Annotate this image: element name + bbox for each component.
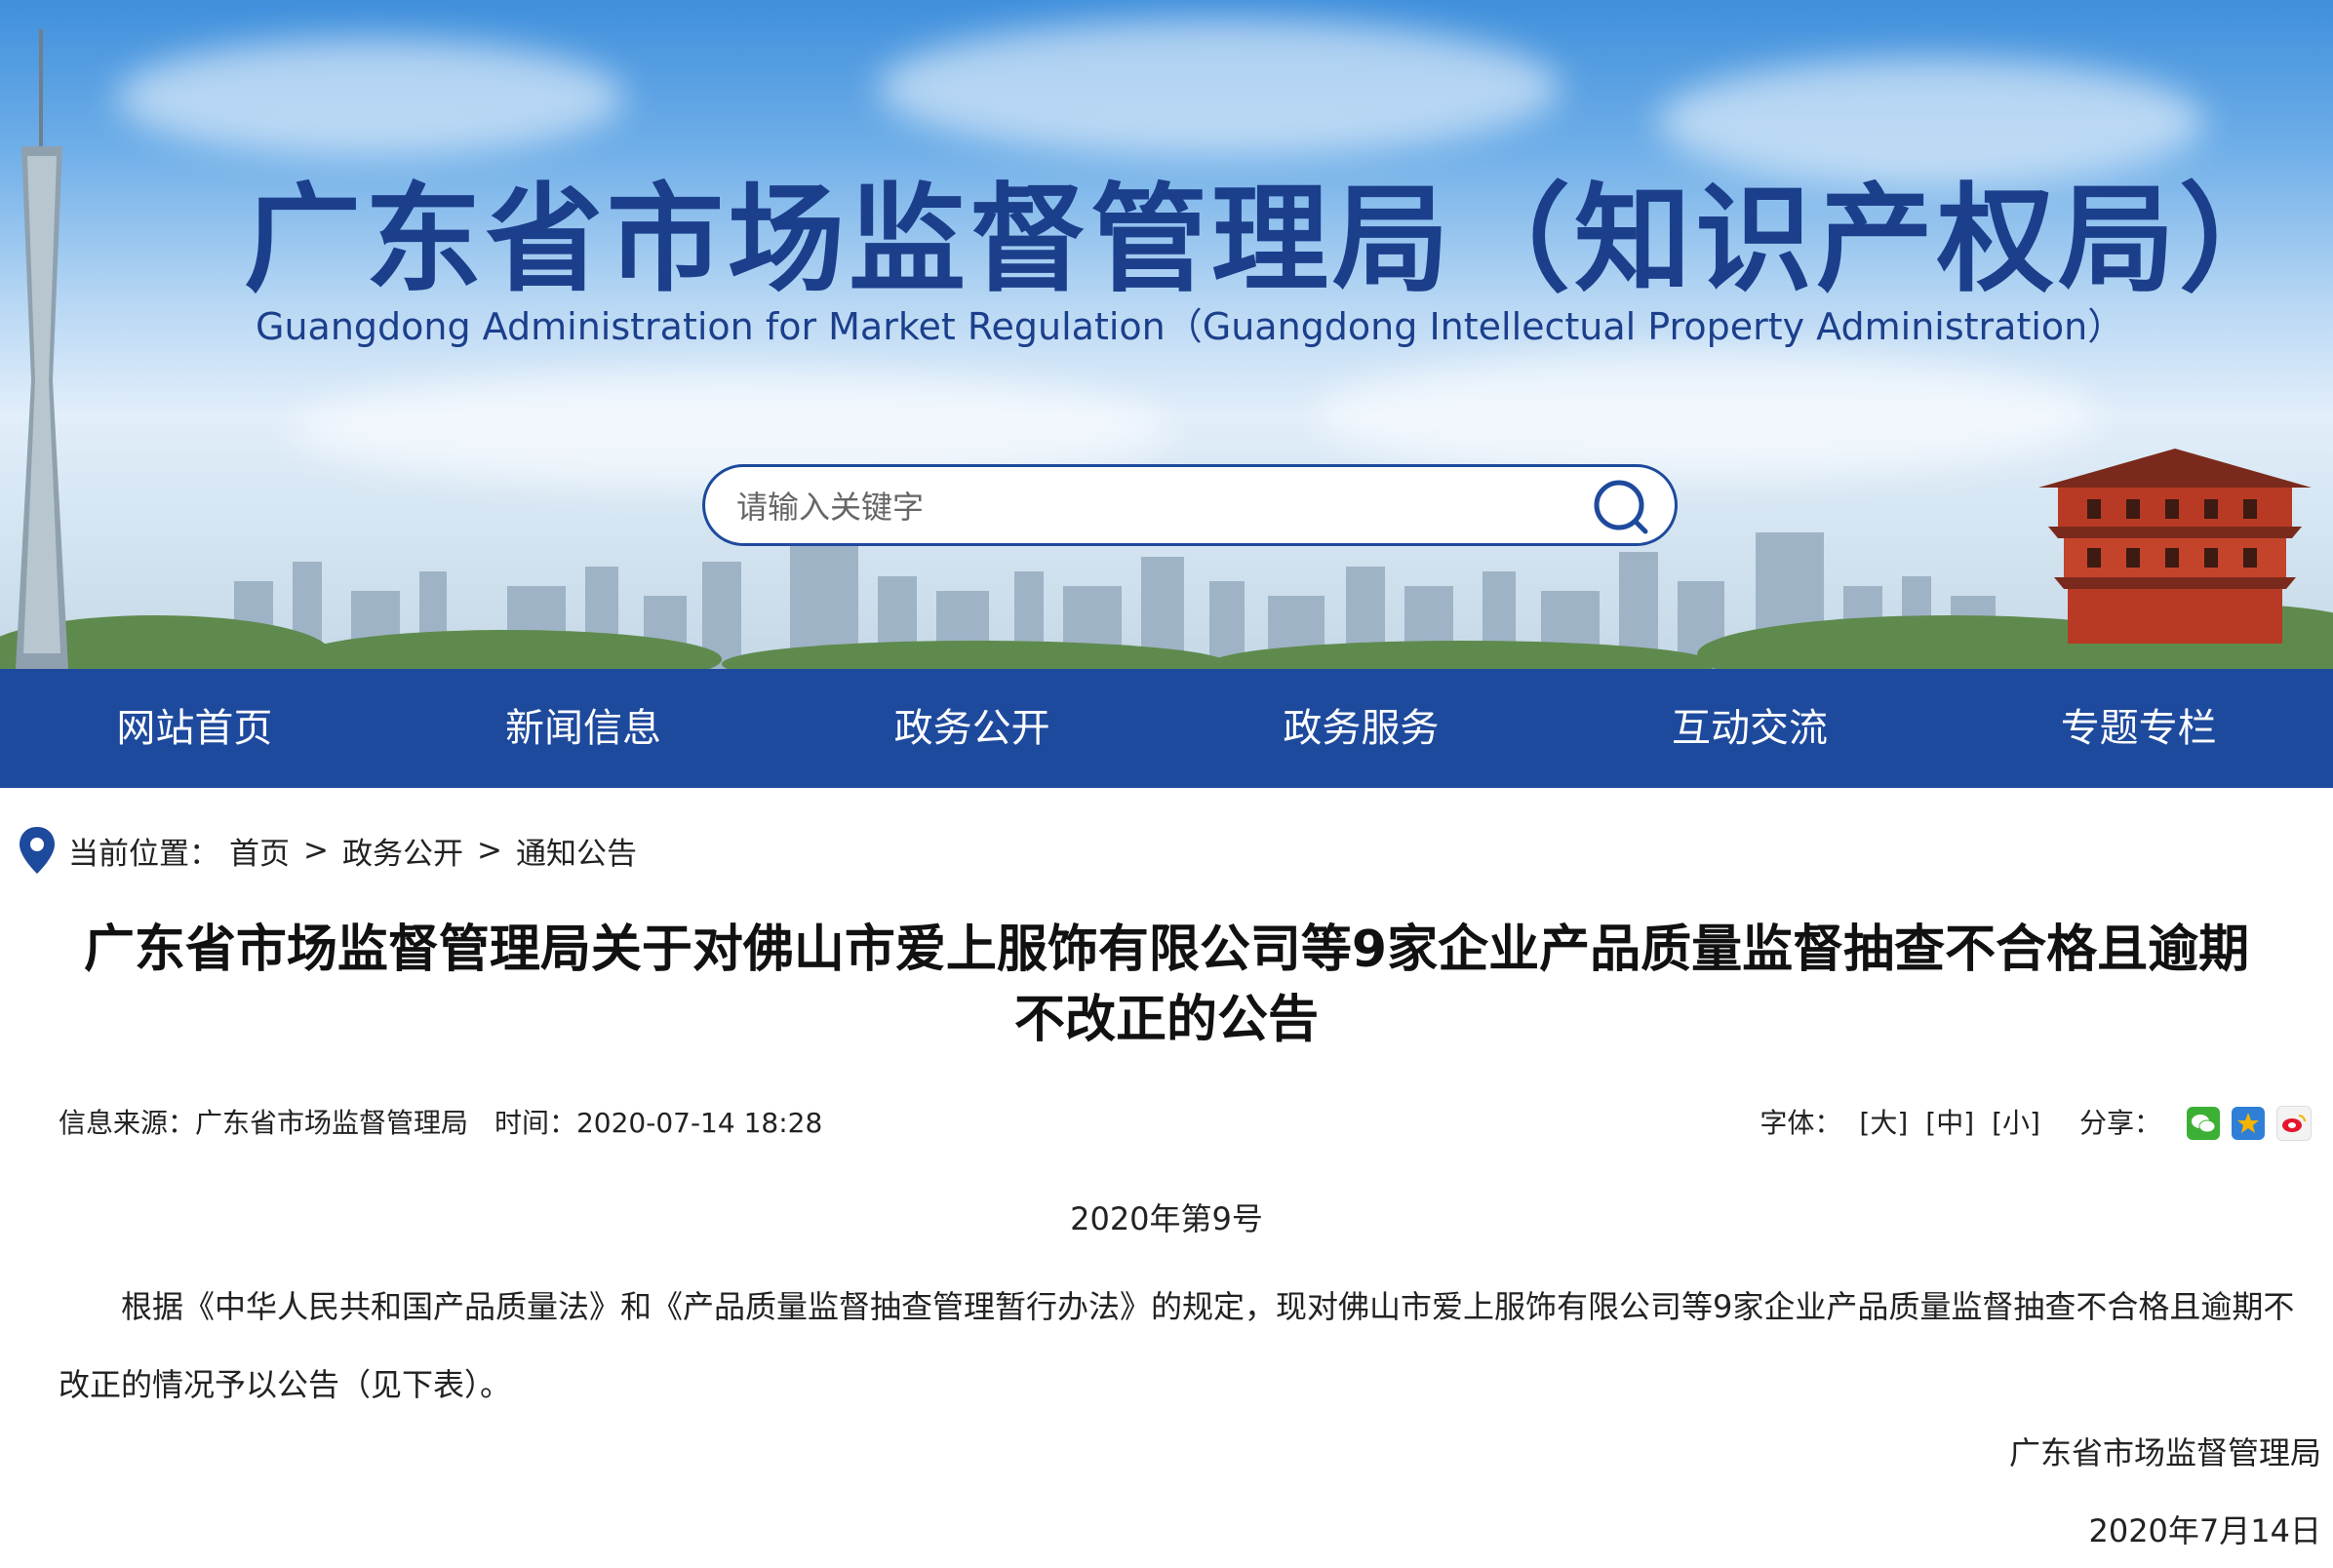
canton-tower-illustration [16,29,68,669]
qzone-icon[interactable] [2232,1107,2265,1140]
font-size-large-button[interactable]: [大] [1859,1102,1908,1145]
source-label: 信息来源： [59,1107,196,1139]
sky-cloud [117,39,624,156]
breadcrumb-label: 当前位置： [68,836,219,872]
zhenhai-tower-illustration [2038,449,2312,644]
breadcrumb-notices[interactable]: 通知公告 [516,829,637,873]
nav-item-special-topics[interactable]: 专题专栏 [1944,669,2333,788]
search-icon[interactable] [1591,477,1651,537]
breadcrumb: 当前位置： 首页 > 政务公开 > 通知公告 [18,825,637,876]
nav-item-interaction[interactable]: 互动交流 [1556,669,1945,788]
article-title: 广东省市场监督管理局关于对佛山市爱上服饰有限公司等9家企业产品质量监督抽查不合格… [83,921,2250,1049]
font-size-label: 字体： [1760,1107,1842,1139]
article-body-paragraph: 根据《中华人民共和国产品质量法》和《产品质量监督抽查管理暂行办法》的规定，现对佛… [59,1288,2295,1403]
search-box [702,464,1678,546]
nav-item-news[interactable]: 新闻信息 [389,669,778,788]
document-number: 2020年第9号 [1070,1200,1263,1237]
main-nav: 网站首页 新闻信息 政务公开 政务服务 互动交流 专题专栏 [0,669,2333,788]
font-size-small-button[interactable]: [小] [1992,1102,2040,1145]
site-subtitle-en: Guangdong Administration for Market Regu… [256,305,2125,348]
location-pin-icon [20,827,55,874]
time-label: 时间： [494,1107,576,1139]
signature-date: 2020年7月14日 [2088,1512,2321,1549]
sky-cloud [878,20,1561,156]
signature-organization: 广东省市场监督管理局 [2008,1434,2321,1471]
sky-cloud [1317,351,2097,478]
weibo-icon[interactable] [2276,1106,2312,1141]
nav-item-home[interactable]: 网站首页 [0,669,389,788]
article-tools: 字体： [大] [中] [小] 分享： [1760,1102,2312,1145]
breadcrumb-gov-affairs[interactable]: 政务公开 [342,829,463,873]
time-value: 2020-07-14 18:28 [575,1107,823,1139]
nav-item-gov-affairs[interactable]: 政务公开 [777,669,1166,788]
nav-item-gov-services[interactable]: 政务服务 [1166,669,1556,788]
article-meta: 信息来源：广东省市场监督管理局 时间：2020-07-14 18:28 [59,1102,822,1145]
site-title: 广东省市场监督管理局（知识产权局） [244,173,2300,308]
source-value: 广东省市场监督管理局 [195,1107,469,1139]
breadcrumb-separator: > [303,833,329,868]
font-size-medium-button[interactable]: [中] [1925,1102,1974,1145]
breadcrumb-separator: > [476,833,502,868]
wechat-icon[interactable] [2187,1107,2220,1140]
search-input[interactable] [734,479,1538,535]
share-label: 分享： [2078,1107,2161,1139]
breadcrumb-home[interactable]: 首页 [229,829,290,873]
header-banner: 广东省市场监督管理局（知识产权局） Guangdong Administrati… [0,0,2333,669]
sky-cloud [1658,59,2204,185]
